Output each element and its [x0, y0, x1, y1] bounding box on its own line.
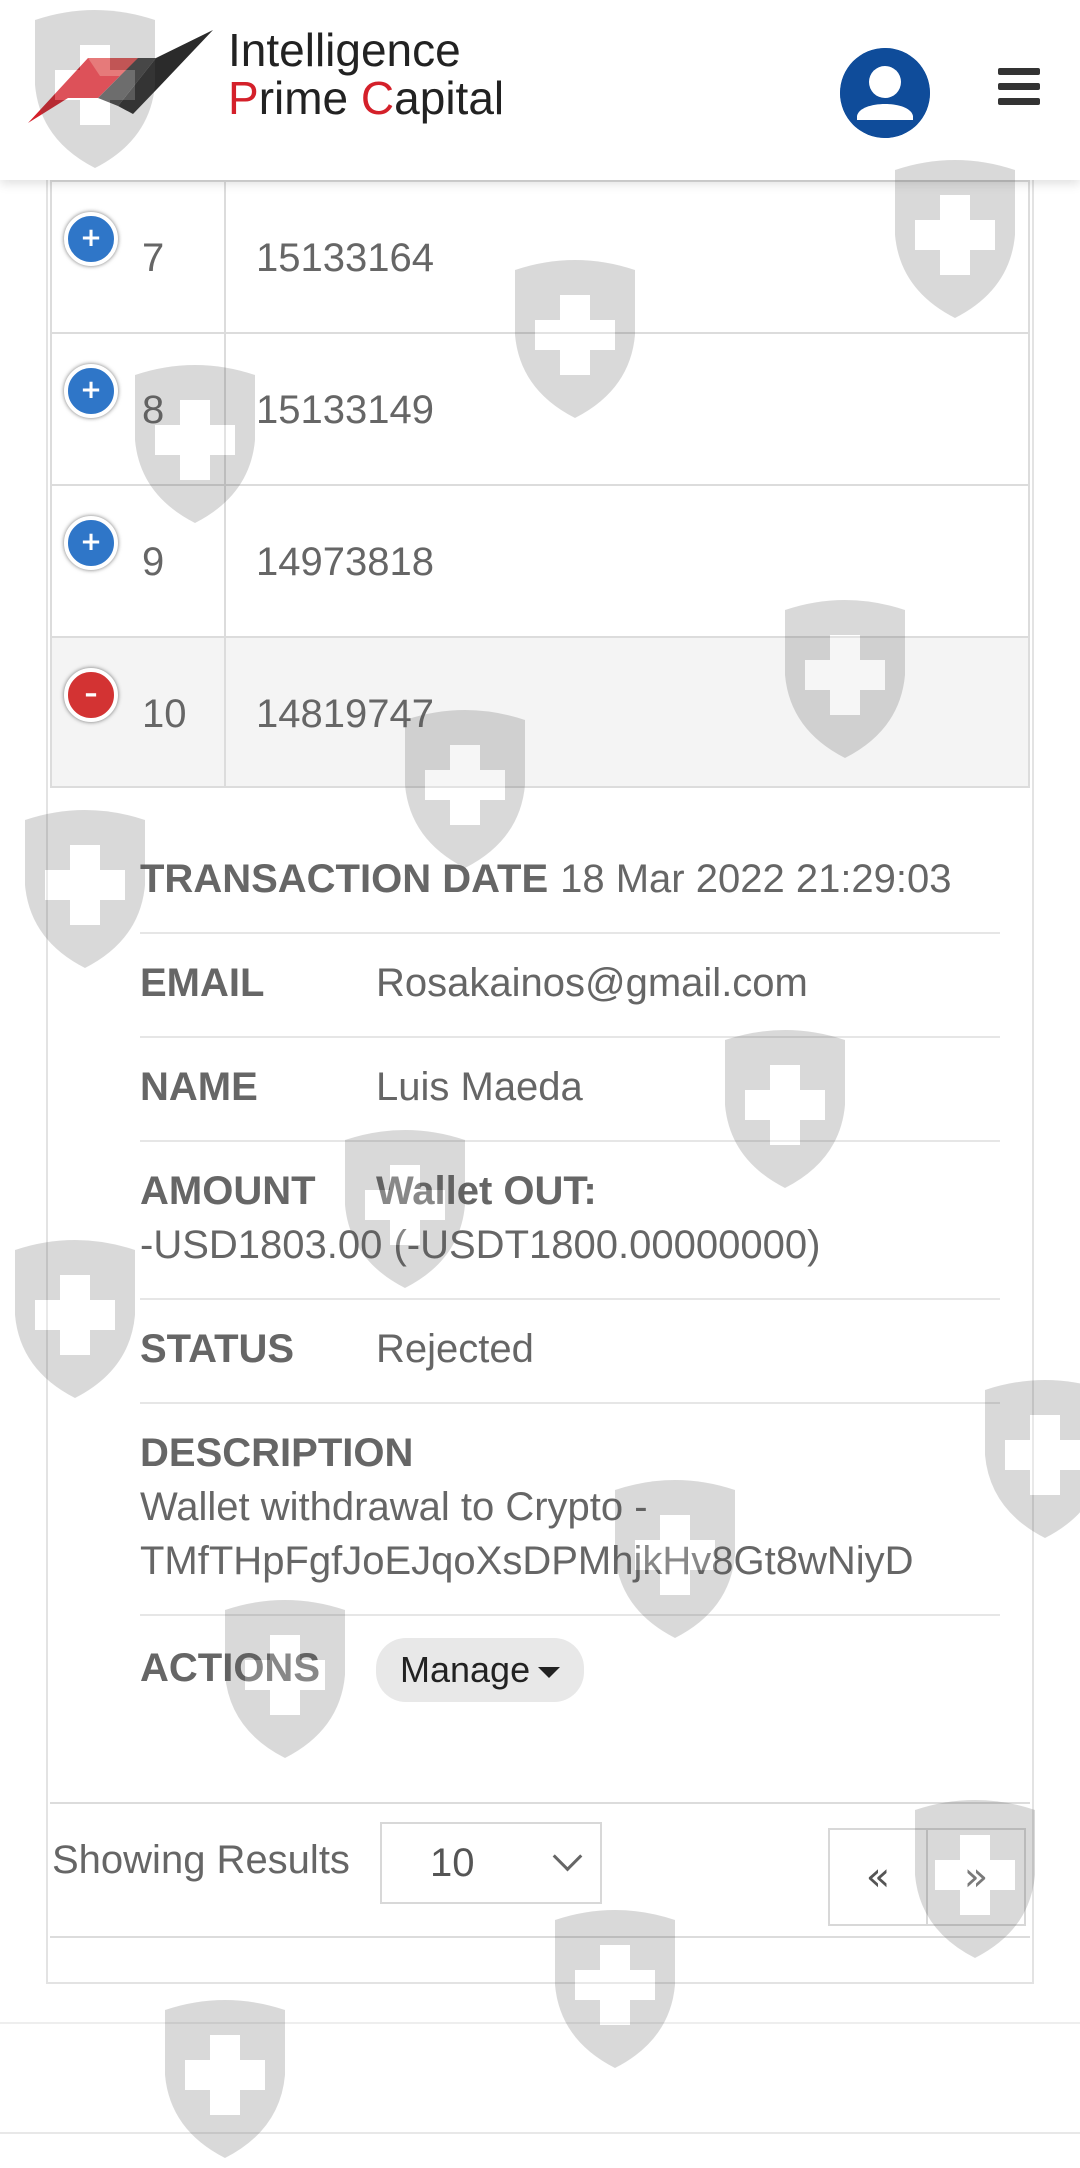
page-size-select[interactable]: 10	[380, 1822, 602, 1904]
email-value: Rosakainos@gmail.com	[376, 961, 808, 1005]
prev-page-button[interactable]: «	[828, 1828, 928, 1926]
divider	[50, 1802, 1030, 1804]
detail-amount: AMOUNT Wallet OUT: -USD1803.00 (-USDT1800…	[140, 1142, 1000, 1300]
amount-type: Wallet OUT:	[376, 1169, 597, 1213]
logo-icon[interactable]	[28, 28, 218, 128]
detail-name: NAME Luis Maeda	[140, 1038, 1000, 1142]
expand-row-icon[interactable]: +	[64, 364, 118, 418]
date-value: 18 Mar 2022 21:29:03	[560, 857, 952, 901]
detail-description: DESCRIPTION Wallet withdrawal to Crypto …	[140, 1404, 1000, 1616]
amount-label: AMOUNT	[140, 1169, 316, 1213]
table-row[interactable]: + 9 14973818	[50, 484, 1030, 636]
status-label: STATUS	[140, 1327, 295, 1371]
transaction-id: 14819747	[256, 692, 434, 736]
showing-results-label: Showing Results	[52, 1838, 350, 1882]
row-number: 8	[142, 388, 165, 432]
transaction-id: 15133164	[256, 236, 434, 280]
actions-label: ACTIONS	[140, 1645, 320, 1690]
pagination: « »	[828, 1828, 1026, 1926]
expand-row-icon[interactable]: +	[64, 516, 118, 570]
chevron-down-icon	[552, 1841, 583, 1872]
status-value: Rejected	[376, 1327, 534, 1371]
table-row[interactable]: + 7 15133164	[50, 180, 1030, 332]
manage-dropdown-button[interactable]: Manage	[376, 1638, 585, 1702]
brand-line-2: Prime Capital	[228, 72, 505, 124]
transactions-table: + 7 15133164 + 8 15133149 + 9 14973818 –…	[50, 180, 1030, 788]
detail-actions: ACTIONS Manage	[140, 1616, 1000, 1728]
description-line-1: Wallet withdrawal to Crypto -	[140, 1485, 648, 1529]
description-label: DESCRIPTION	[140, 1431, 414, 1475]
row-number: 7	[142, 236, 165, 280]
collapse-row-icon[interactable]: –	[64, 668, 118, 722]
divider	[50, 1936, 1030, 1938]
table-row[interactable]: + 8 15133149	[50, 332, 1030, 484]
brand-line-1: Intelligence	[228, 24, 461, 76]
transaction-id: 15133149	[256, 388, 434, 432]
row-number: 10	[142, 692, 187, 736]
divider	[0, 2022, 1080, 2024]
email-label: EMAIL	[140, 961, 265, 1005]
name-value: Luis Maeda	[376, 1065, 583, 1109]
expand-row-icon[interactable]: +	[64, 212, 118, 266]
page-size-value: 10	[430, 1841, 475, 1885]
amount-value: -USD1803.00 (-USDT1800.00000000)	[140, 1223, 821, 1267]
transaction-detail: TRANSACTION DATE 18 Mar 2022 21:29:03 EMA…	[140, 830, 1000, 1728]
row-number: 9	[142, 540, 165, 584]
hamburger-menu-icon[interactable]	[998, 68, 1040, 108]
app-header: Intelligence Prime Capital	[0, 0, 1080, 180]
date-label: TRANSACTION DATE	[140, 857, 549, 901]
caret-down-icon	[538, 1666, 561, 1678]
next-page-button[interactable]: »	[926, 1828, 1026, 1926]
detail-status: STATUS Rejected	[140, 1300, 1000, 1404]
name-label: NAME	[140, 1065, 258, 1109]
detail-email: EMAIL Rosakainos@gmail.com	[140, 934, 1000, 1038]
shield-cross-icon	[165, 2000, 285, 2158]
detail-date: TRANSACTION DATE 18 Mar 2022 21:29:03	[140, 830, 1000, 934]
transaction-id: 14973818	[256, 540, 434, 584]
table-row-expanded[interactable]: – 10 14819747	[50, 636, 1030, 788]
description-line-2: TMfTHpFgfJoEJqoXsDPMhjkHv8Gt8wNiyD	[140, 1539, 914, 1583]
user-avatar-icon[interactable]	[840, 48, 930, 138]
divider	[0, 2132, 1080, 2134]
brand-name[interactable]: Intelligence Prime Capital	[228, 26, 504, 122]
